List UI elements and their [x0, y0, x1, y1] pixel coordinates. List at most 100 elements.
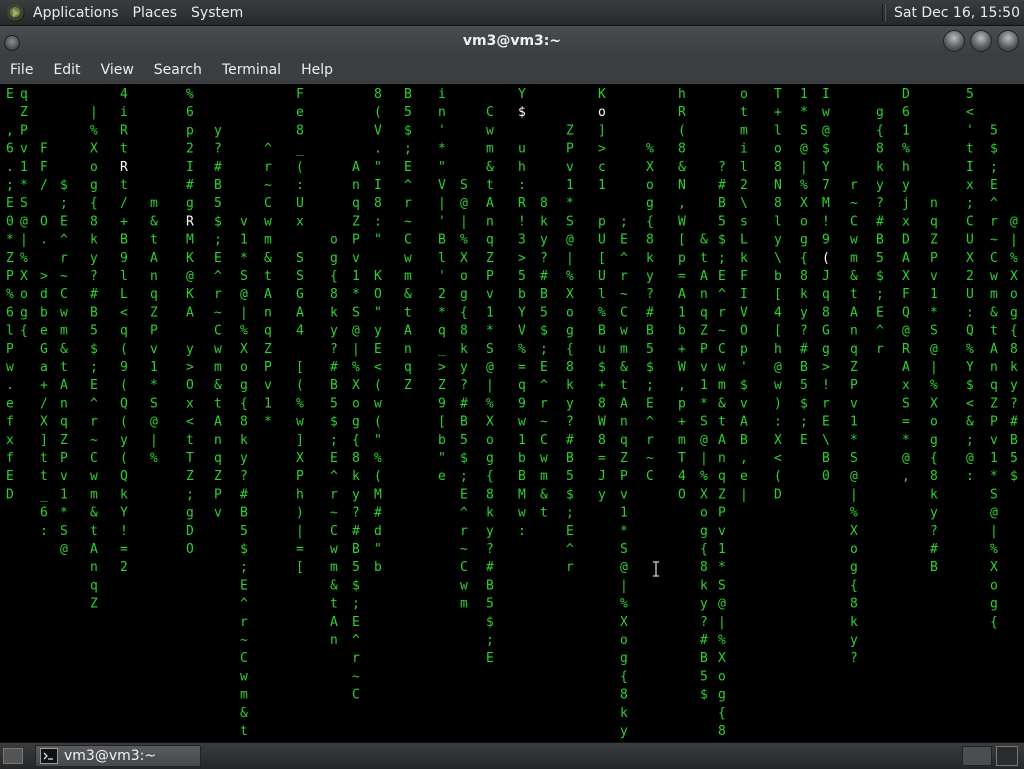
matrix-glyph: @	[240, 287, 248, 302]
system-menu[interactable]: System	[185, 5, 251, 21]
matrix-glyph: S	[700, 415, 708, 430]
matrix-glyph: 1	[598, 178, 606, 193]
matrix-glyph: w	[264, 214, 272, 229]
matrix-glyph: @	[902, 451, 910, 466]
matrix-glyph: B	[486, 578, 494, 593]
matrix-glyph: y	[214, 123, 222, 138]
matrix-glyph: @	[822, 123, 830, 138]
matrix-glyph: ~	[850, 196, 858, 211]
matrix-glyph: q	[214, 451, 222, 466]
matrix-glyph: ^	[620, 251, 628, 266]
matrix-glyph: ?	[330, 342, 338, 357]
matrix-glyph: .	[374, 142, 382, 157]
matrix-glyph: &	[486, 160, 494, 175]
matrix-glyph: q	[120, 324, 128, 339]
clock[interactable]: Sat Dec 16, 15:50	[894, 5, 1024, 21]
window-titlebar[interactable]: vm3@vm3:~	[0, 26, 1024, 56]
matrix-glyph: l	[120, 269, 128, 284]
matrix-glyph: w	[90, 469, 98, 484]
matrix-glyph: A	[352, 160, 360, 175]
window-menu-icon[interactable]	[4, 35, 20, 51]
matrix-glyph: 8	[718, 724, 726, 739]
matrix-glyph: h	[774, 342, 782, 357]
show-desktop-icon[interactable]	[3, 748, 23, 764]
matrix-glyph: V	[740, 305, 748, 320]
matrix-glyph: 5	[214, 196, 222, 211]
matrix-glyph: '	[740, 360, 748, 375]
matrix-glyph: "	[374, 160, 382, 175]
matrix-glyph: S	[20, 196, 28, 211]
menu-help[interactable]: Help	[291, 62, 343, 78]
matrix-glyph: Z	[264, 342, 272, 357]
matrix-glyph: n	[150, 269, 158, 284]
distro-logo-icon[interactable]	[7, 3, 25, 22]
matrix-glyph: B	[438, 233, 446, 248]
matrix-glyph: %	[296, 396, 304, 411]
close-button[interactable]	[997, 30, 1019, 52]
matrix-glyph: l	[6, 324, 14, 339]
matrix-glyph: $	[404, 123, 412, 138]
matrix-glyph: Z	[850, 360, 858, 375]
matrix-glyph: 9	[120, 251, 128, 266]
matrix-glyph: I	[740, 287, 748, 302]
matrix-glyph: 3	[518, 233, 526, 248]
matrix-glyph: @	[800, 142, 808, 157]
matrix-glyph: q	[60, 415, 68, 430]
menu-terminal[interactable]: Terminal	[212, 62, 291, 78]
matrix-glyph: #	[930, 542, 938, 557]
matrix-glyph: (	[120, 342, 128, 357]
workspace-2[interactable]	[996, 746, 1018, 766]
matrix-glyph: x	[902, 214, 910, 229]
matrix-glyph: m	[486, 142, 494, 157]
matrix-glyph: r	[240, 615, 248, 630]
matrix-glyph: v	[718, 524, 726, 539]
matrix-glyph: @	[718, 597, 726, 612]
matrix-glyph: {	[240, 396, 248, 411]
matrix-glyph: {	[90, 196, 98, 211]
workspace-1[interactable]	[962, 746, 992, 766]
matrix-glyph: 5	[800, 378, 808, 393]
matrix-glyph: M	[822, 196, 830, 211]
matrix-glyph: v	[264, 378, 272, 393]
matrix-glyph: ?	[930, 524, 938, 539]
taskbar-terminal-button[interactable]: vm3@vm3:~	[35, 745, 201, 767]
matrix-glyph: n	[352, 178, 360, 193]
matrix-glyph: t	[264, 269, 272, 284]
maximize-button[interactable]	[970, 30, 992, 52]
menu-view[interactable]: View	[91, 62, 144, 78]
matrix-glyph: l	[438, 251, 446, 266]
matrix-glyph: B	[598, 324, 606, 339]
terminal-output[interactable]: E, 6.; E 0 * Z P% 6 l Pw. e f x f E D F F / O. > d b e Ga + / X] t t _…	[0, 84, 1024, 742]
matrix-glyph: ~	[540, 415, 548, 430]
matrix-glyph: t	[214, 396, 222, 411]
matrix-glyph: d	[40, 287, 48, 302]
matrix-glyph: t	[486, 178, 494, 193]
places-menu[interactable]: Places	[127, 5, 186, 21]
matrix-glyph: o	[740, 87, 748, 102]
matrix-glyph: K	[186, 287, 194, 302]
matrix-glyph: 5	[330, 396, 338, 411]
menu-file[interactable]: File	[0, 62, 43, 78]
matrix-glyph: &	[966, 415, 974, 430]
matrix-glyph: =	[296, 542, 304, 557]
matrix-glyph: v	[352, 251, 360, 266]
matrix-glyph: D	[774, 487, 782, 502]
matrix-glyph: 0	[822, 469, 830, 484]
matrix-glyph: t	[740, 105, 748, 120]
matrix-glyph: x	[6, 433, 14, 448]
minimize-button[interactable]	[943, 30, 965, 52]
matrix-glyph: k	[486, 506, 494, 521]
matrix-glyph: C	[60, 287, 68, 302]
matrix-glyph: D	[902, 87, 910, 102]
matrix-glyph: E	[214, 251, 222, 266]
matrix-glyph: ;	[90, 360, 98, 375]
applications-menu[interactable]: Applications	[31, 5, 127, 21]
matrix-glyph: #	[374, 506, 382, 521]
matrix-glyph: p	[186, 123, 194, 138]
matrix-glyph: q	[518, 378, 526, 393]
menu-search[interactable]: Search	[144, 62, 212, 78]
menu-edit[interactable]: Edit	[43, 62, 90, 78]
matrix-glyph: m	[214, 360, 222, 375]
matrix-glyph: B	[876, 233, 884, 248]
matrix-glyph: ,	[902, 469, 910, 484]
